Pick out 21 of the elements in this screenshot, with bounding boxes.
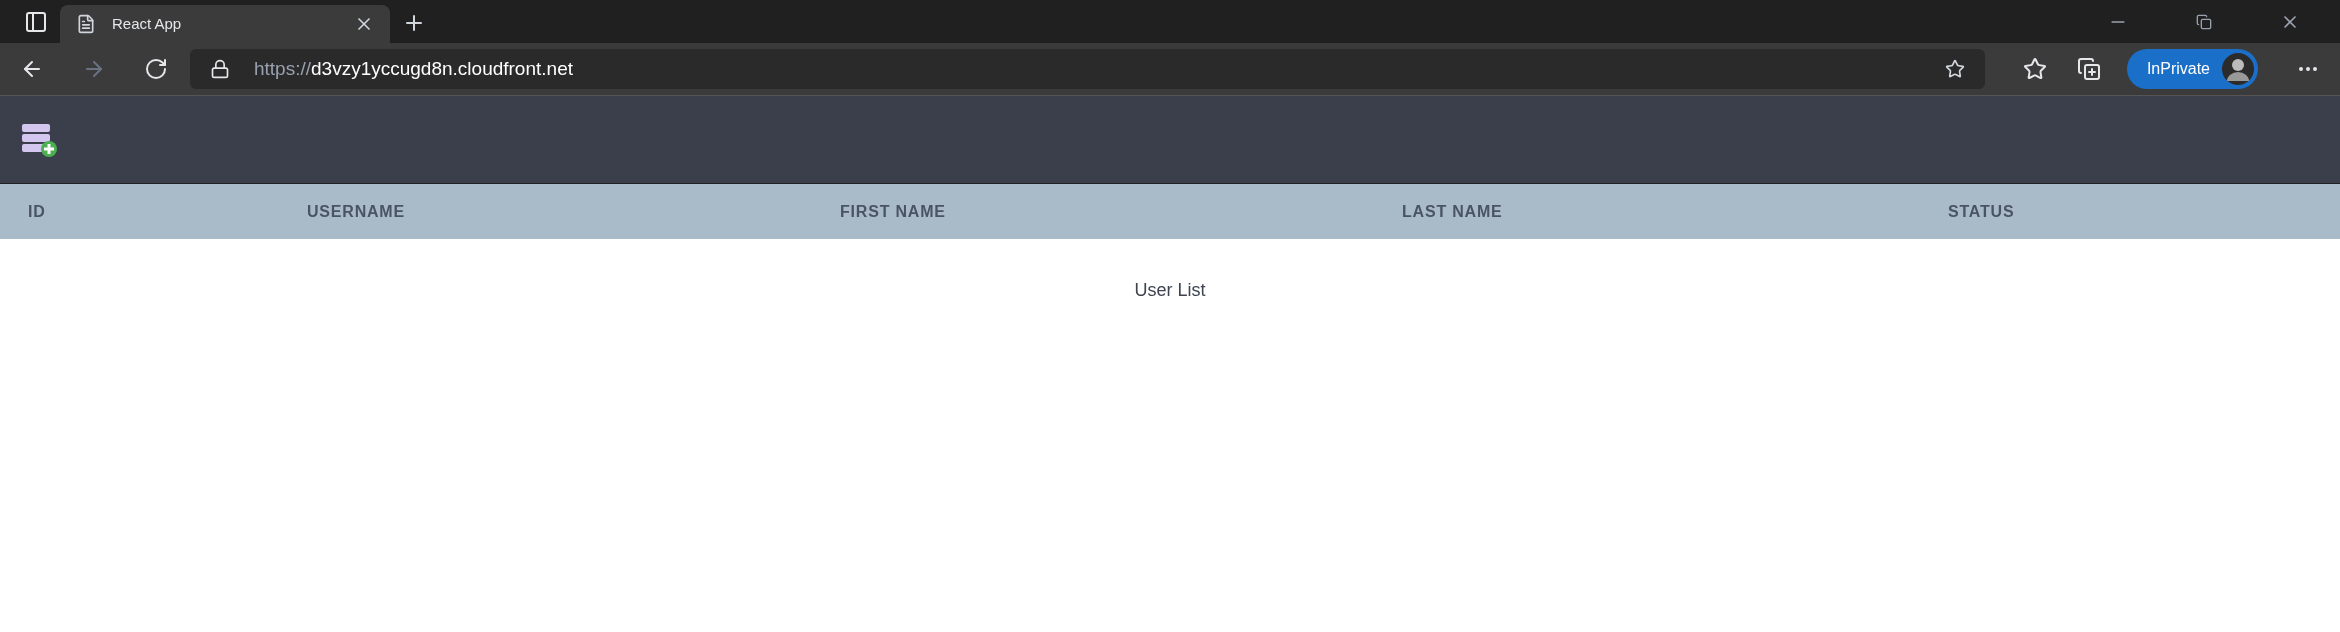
column-header: LAST NAME bbox=[1402, 202, 1503, 220]
address-field[interactable]: https://d3vzy1yccugd8n.cloudfront.net bbox=[190, 49, 1985, 89]
avatar-icon bbox=[2222, 53, 2254, 85]
browser-tab[interactable]: React App bbox=[60, 5, 390, 43]
column-header: STATUS bbox=[1948, 202, 2015, 220]
column-header: USERNAME bbox=[307, 202, 405, 220]
add-list-icon[interactable] bbox=[22, 121, 58, 158]
column-header: FIRST NAME bbox=[840, 202, 946, 220]
reload-icon[interactable] bbox=[144, 57, 168, 81]
table-caption: User List bbox=[1134, 279, 1206, 302]
add-favorite-icon[interactable] bbox=[1944, 59, 1965, 79]
column-header: ID bbox=[28, 202, 46, 220]
inprivate-button[interactable]: InPrivate bbox=[2126, 49, 2258, 89]
collections-icon[interactable] bbox=[2076, 57, 2101, 81]
url-text: https://d3vzy1yccugd8n.cloudfront.net bbox=[254, 56, 574, 81]
tab-actions-icon[interactable] bbox=[24, 9, 48, 34]
page-icon bbox=[76, 14, 96, 34]
lock-icon[interactable] bbox=[210, 59, 230, 79]
tab-title: React App bbox=[112, 13, 183, 34]
favorites-icon[interactable] bbox=[2022, 57, 2047, 81]
restore-icon[interactable] bbox=[2196, 13, 2212, 30]
